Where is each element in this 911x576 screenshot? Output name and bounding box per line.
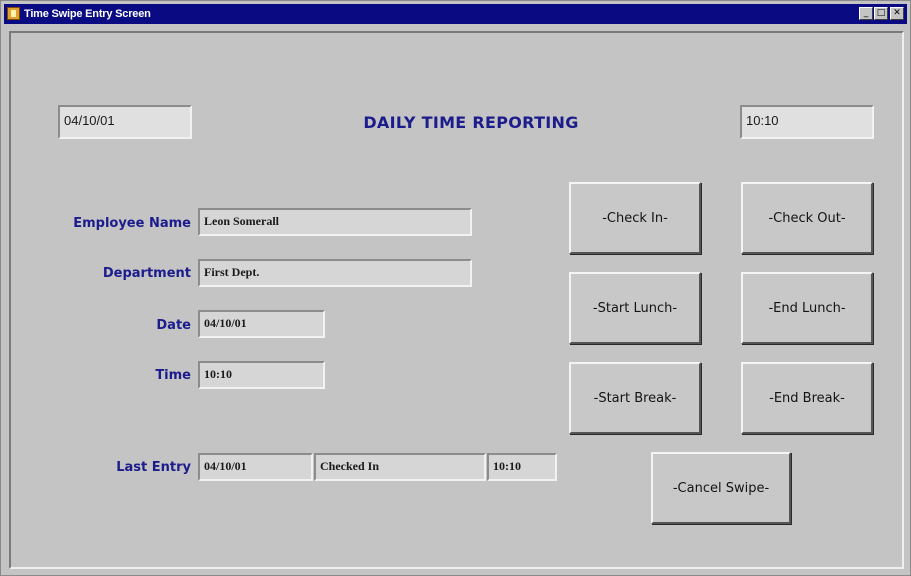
department-label: Department: [102, 266, 191, 281]
minimize-button[interactable]: _: [859, 7, 873, 20]
time-label: Time: [155, 368, 191, 383]
app-icon: [7, 7, 20, 20]
employee-name-label: Employee Name: [73, 216, 191, 231]
cancel-swipe-button[interactable]: -Cancel Swipe-: [651, 452, 791, 524]
time-field[interactable]: 10:10: [198, 361, 325, 389]
app-window: Time Swipe Entry Screen _ □ ✕ 04/10/01 D…: [0, 0, 911, 576]
last-entry-date-field: 04/10/01: [198, 453, 313, 481]
start-break-button[interactable]: -Start Break-: [569, 362, 701, 434]
header-date-field: 04/10/01: [58, 105, 192, 139]
department-field[interactable]: First Dept.: [198, 259, 472, 287]
last-entry-status-field: Checked In: [314, 453, 486, 481]
date-label: Date: [156, 318, 191, 333]
end-lunch-button[interactable]: -End Lunch-: [741, 272, 873, 344]
end-break-button[interactable]: -End Break-: [741, 362, 873, 434]
maximize-button[interactable]: □: [874, 7, 888, 20]
last-entry-time-field: 10:10: [487, 453, 557, 481]
page-title: DAILY TIME REPORTING: [363, 113, 579, 132]
window-title: Time Swipe Entry Screen: [24, 8, 151, 20]
last-entry-label: Last Entry: [116, 460, 191, 475]
check-out-button[interactable]: -Check Out-: [741, 182, 873, 254]
title-bar[interactable]: Time Swipe Entry Screen _ □ ✕: [4, 4, 907, 24]
start-lunch-button[interactable]: -Start Lunch-: [569, 272, 701, 344]
employee-name-field[interactable]: Leon Somerall: [198, 208, 472, 236]
check-in-button[interactable]: -Check In-: [569, 182, 701, 254]
date-field[interactable]: 04/10/01: [198, 310, 325, 338]
header-time-field: 10:10: [740, 105, 874, 139]
close-button[interactable]: ✕: [890, 7, 904, 20]
